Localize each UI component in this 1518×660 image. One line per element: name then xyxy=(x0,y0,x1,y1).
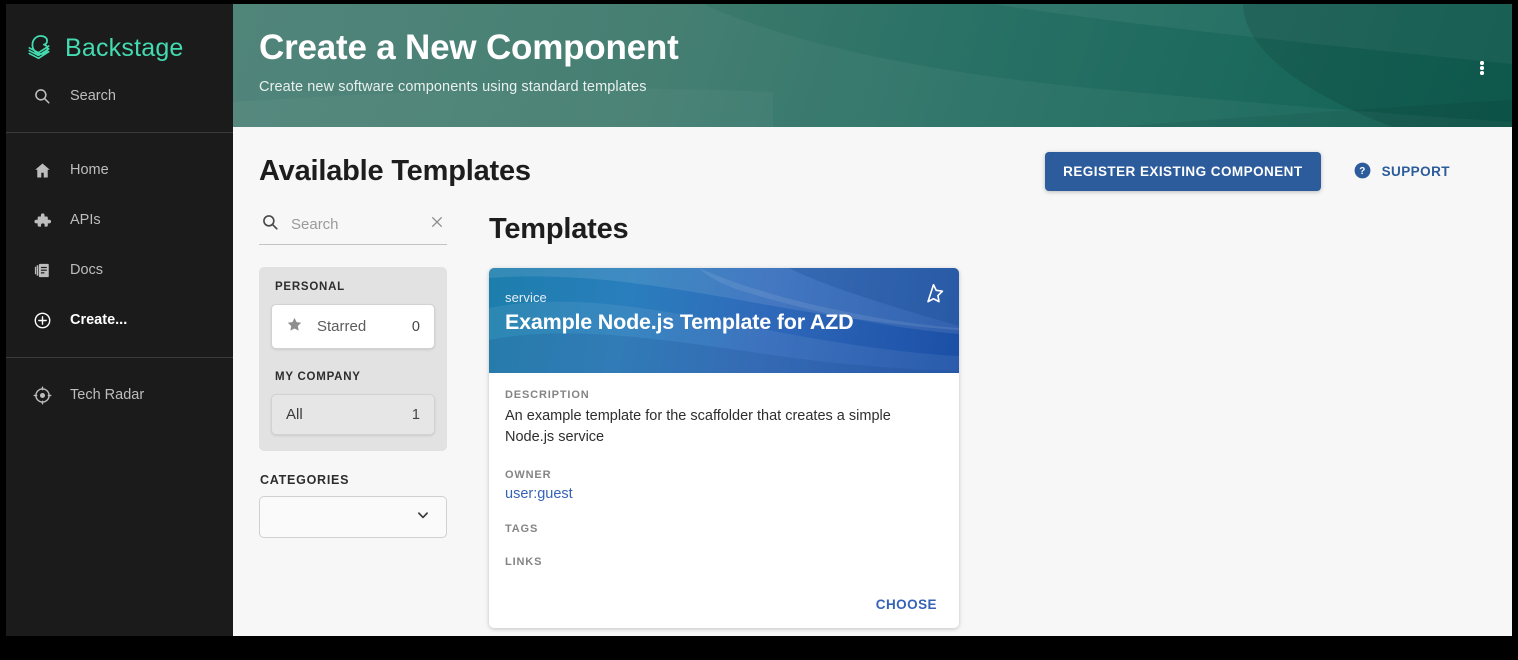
sidebar-item-label: Docs xyxy=(70,262,104,278)
owner-label: OWNER xyxy=(505,469,552,481)
owner-link[interactable]: user:guest xyxy=(505,486,943,502)
app-window: Backstage Search Home APIs Docs Create..… xyxy=(6,4,1512,636)
template-card-header: service Example Node.js Template for AZD xyxy=(489,268,959,373)
brand[interactable]: Backstage xyxy=(6,4,233,66)
description-label: DESCRIPTION xyxy=(505,389,590,401)
docs-icon xyxy=(32,260,52,280)
content-area: Create a New Component Create new softwa… xyxy=(233,4,1512,636)
star-outline-icon[interactable] xyxy=(922,282,945,310)
filter-option-label: Starred xyxy=(317,318,367,335)
filter-option-starred[interactable]: Starred 0 xyxy=(271,304,435,349)
search-icon xyxy=(261,213,279,236)
kebab-menu-icon[interactable] xyxy=(1464,50,1500,86)
links-label: LINKS xyxy=(505,556,543,568)
main-columns: PERSONAL Starred 0 MY COMPANY xyxy=(233,191,1512,628)
template-card-body: DESCRIPTION An example template for the … xyxy=(489,373,959,579)
toolbar: Available Templates REGISTER EXISTING CO… xyxy=(233,127,1512,191)
page-subtitle: Create new software components using sta… xyxy=(259,79,647,95)
templates-section: Templates service Example Node.js Templa… xyxy=(489,213,1512,628)
page-title: Create a New Component xyxy=(259,28,679,67)
sidebar-item-docs[interactable]: Docs xyxy=(6,245,233,295)
filters-panel: PERSONAL Starred 0 MY COMPANY xyxy=(259,213,447,628)
filter-option-all[interactable]: All 1 xyxy=(271,394,435,435)
sidebar-item-search[interactable]: Search xyxy=(6,72,233,120)
sidebar-item-tech-radar[interactable]: Tech Radar xyxy=(6,370,233,420)
description-value: An example template for the scaffolder t… xyxy=(505,408,891,445)
filter-group-label-my-company: MY COMPANY xyxy=(275,371,361,383)
sidebar-item-label: Search xyxy=(70,88,116,104)
page-header-banner: Create a New Component Create new softwa… xyxy=(233,4,1512,127)
sidebar-divider-2 xyxy=(6,357,233,358)
template-search-field[interactable] xyxy=(259,213,447,245)
sidebar-item-home[interactable]: Home xyxy=(6,145,233,195)
template-card-title-block: service Example Node.js Template for AZD xyxy=(489,268,959,335)
page-body: Available Templates REGISTER EXISTING CO… xyxy=(233,127,1512,636)
plus-circle-icon xyxy=(32,310,52,330)
filter-option-label: All xyxy=(286,406,303,423)
sidebar-item-label: Create... xyxy=(70,312,128,328)
register-existing-component-button[interactable]: REGISTER EXISTING COMPONENT xyxy=(1045,152,1321,191)
brand-label: Backstage xyxy=(65,33,184,62)
tags-label: TAGS xyxy=(505,523,539,535)
categories-label: CATEGORIES xyxy=(260,473,350,487)
template-card[interactable]: service Example Node.js Template for AZD… xyxy=(489,268,959,628)
sidebar-item-create[interactable]: Create... xyxy=(6,295,233,345)
chevron-down-icon xyxy=(414,506,432,529)
filter-option-count: 1 xyxy=(411,406,420,423)
sidebar-divider-1 xyxy=(6,132,233,133)
filter-option-count: 0 xyxy=(411,318,420,335)
help-circle-icon: ? xyxy=(1353,161,1372,183)
categories-select[interactable] xyxy=(259,496,447,538)
choose-button[interactable]: CHOOSE xyxy=(870,593,943,616)
home-icon xyxy=(32,160,52,180)
filter-group-label-personal: PERSONAL xyxy=(275,281,345,293)
filter-card: PERSONAL Starred 0 MY COMPANY All 1 xyxy=(259,267,447,451)
toolbar-actions: REGISTER EXISTING COMPONENT ? SUPPORT xyxy=(1045,152,1450,191)
header-text-block: Create a New Component Create new softwa… xyxy=(233,4,1512,95)
support-button[interactable]: ? SUPPORT xyxy=(1353,161,1450,183)
search-icon xyxy=(32,86,52,106)
sidebar-item-label: Tech Radar xyxy=(70,387,145,403)
template-kind: service xyxy=(505,290,547,305)
star-filled-icon xyxy=(286,316,303,337)
sidebar-item-label: Home xyxy=(70,162,109,178)
sidebar-item-label: APIs xyxy=(70,212,101,228)
section-title-available-templates: Available Templates xyxy=(259,155,531,187)
radar-icon xyxy=(32,385,52,405)
search-input[interactable] xyxy=(291,216,417,233)
support-label: SUPPORT xyxy=(1381,164,1450,179)
section-title-templates: Templates xyxy=(489,213,629,245)
backstage-logo-icon xyxy=(24,33,54,63)
template-card-actions: CHOOSE xyxy=(489,579,959,628)
sidebar-item-apis[interactable]: APIs xyxy=(6,195,233,245)
template-name: Example Node.js Template for AZD xyxy=(505,310,854,334)
sidebar: Backstage Search Home APIs Docs Create..… xyxy=(6,4,233,636)
svg-text:?: ? xyxy=(1359,166,1365,177)
puzzle-icon xyxy=(32,210,52,230)
close-icon[interactable] xyxy=(429,214,445,235)
